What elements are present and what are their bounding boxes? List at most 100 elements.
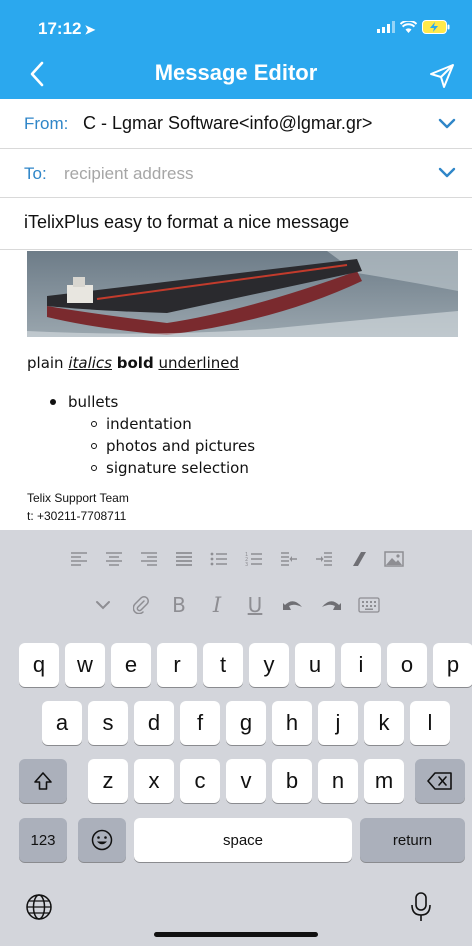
key-v[interactable]: v xyxy=(226,759,266,803)
redo-icon[interactable] xyxy=(314,590,348,620)
list-item-label: indentation xyxy=(106,415,192,433)
chevron-down-icon[interactable] xyxy=(438,167,456,179)
numbers-key[interactable]: 123 xyxy=(19,818,67,862)
key-m[interactable]: m xyxy=(364,759,404,803)
bold-text: bold xyxy=(116,354,154,372)
chevron-down-icon[interactable] xyxy=(438,118,456,130)
recipient-input[interactable] xyxy=(64,161,424,187)
list-item-label: signature selection xyxy=(106,459,249,477)
key-k[interactable]: k xyxy=(364,701,404,745)
key-t[interactable]: t xyxy=(203,643,243,687)
align-left-icon[interactable] xyxy=(62,544,96,574)
list-item-label: bullets xyxy=(68,393,119,411)
key-u[interactable]: u xyxy=(295,643,335,687)
to-label: To: xyxy=(24,164,47,183)
key-d[interactable]: d xyxy=(134,701,174,745)
microphone-icon[interactable] xyxy=(410,892,432,922)
key-l[interactable]: l xyxy=(410,701,450,745)
format-examples: plain italics bold underlined xyxy=(27,354,239,372)
image-icon[interactable] xyxy=(377,544,411,574)
from-field[interactable]: From: C - Lgmar Software<info@lgmar.gr> xyxy=(0,99,472,149)
formatting-toolbar: 123 B I U xyxy=(0,530,472,630)
bullet-list-icon[interactable] xyxy=(202,544,236,574)
message-body-editor[interactable]: plain italics bold underlined bullets in… xyxy=(0,251,472,530)
key-f[interactable]: f xyxy=(180,701,220,745)
key-y[interactable]: y xyxy=(249,643,289,687)
page-title: Message Editor xyxy=(154,60,318,85)
outdent-icon[interactable] xyxy=(272,544,306,574)
key-n[interactable]: n xyxy=(318,759,358,803)
key-z[interactable]: z xyxy=(88,759,128,803)
bullet-circle-icon xyxy=(91,465,97,471)
key-a[interactable]: a xyxy=(42,701,82,745)
location-arrow-icon: ➤ xyxy=(84,22,96,37)
key-e[interactable]: e xyxy=(111,643,151,687)
backspace-key[interactable] xyxy=(415,759,465,803)
subject-field[interactable]: iTelixPlus easy to format a nice message xyxy=(0,198,472,250)
italic-icon[interactable]: I xyxy=(200,590,234,620)
list-item: signature selection xyxy=(91,457,255,479)
status-time: 17:12 ➤ xyxy=(38,19,95,39)
key-p[interactable]: p xyxy=(433,643,472,687)
emoji-key[interactable] xyxy=(78,818,126,862)
key-j[interactable]: j xyxy=(318,701,358,745)
key-c[interactable]: c xyxy=(180,759,220,803)
wifi-icon xyxy=(400,21,417,33)
key-o[interactable]: o xyxy=(387,643,427,687)
from-value[interactable]: C - Lgmar Software<info@lgmar.gr> xyxy=(83,113,372,134)
subject-input[interactable]: iTelixPlus easy to format a nice message xyxy=(24,212,454,238)
status-time-text: 17:12 xyxy=(38,19,82,38)
space-key[interactable]: space xyxy=(134,818,352,862)
bullet-circle-icon xyxy=(91,421,97,427)
eraser-icon[interactable] xyxy=(342,544,376,574)
key-b[interactable]: b xyxy=(272,759,312,803)
return-key[interactable]: return xyxy=(360,818,465,862)
plain-text: plain xyxy=(27,354,64,372)
battery-charging-icon xyxy=(422,20,450,34)
underline-icon[interactable]: U xyxy=(238,590,272,620)
list-item: photos and pictures xyxy=(91,435,255,457)
bullet-list: bullets indentation photos and pictures … xyxy=(50,391,255,479)
status-icons xyxy=(377,20,450,34)
signature-name: Telix Support Team xyxy=(27,491,129,505)
toolbar-row-style: B I U xyxy=(0,590,472,620)
key-w[interactable]: w xyxy=(65,643,105,687)
key-g[interactable]: g xyxy=(226,701,266,745)
svg-text:3: 3 xyxy=(245,562,248,567)
indent-icon[interactable] xyxy=(307,544,341,574)
send-icon[interactable] xyxy=(428,62,456,90)
shift-icon xyxy=(34,772,52,790)
signature-phone: t: +30211-7708711 xyxy=(27,509,127,523)
signal-icon xyxy=(377,21,395,33)
hide-keyboard-icon[interactable] xyxy=(86,590,120,620)
key-r[interactable]: r xyxy=(157,643,197,687)
bullet-circle-icon xyxy=(91,443,97,449)
numbered-list-icon[interactable]: 123 xyxy=(237,544,271,574)
bold-icon[interactable]: B xyxy=(162,590,196,620)
ship-photo xyxy=(27,251,458,337)
attachment-icon[interactable] xyxy=(124,590,158,620)
emoji-icon xyxy=(91,829,113,851)
align-justify-icon[interactable] xyxy=(167,544,201,574)
list-item: indentation xyxy=(91,413,255,435)
key-x[interactable]: x xyxy=(134,759,174,803)
app-header: 17:12 ➤ Message Editor xyxy=(0,0,472,99)
from-label: From: xyxy=(24,114,69,133)
align-right-icon[interactable] xyxy=(132,544,166,574)
key-q[interactable]: q xyxy=(19,643,59,687)
home-indicator[interactable] xyxy=(154,932,318,937)
key-i[interactable]: i xyxy=(341,643,381,687)
key-h[interactable]: h xyxy=(272,701,312,745)
italic-text: italics xyxy=(68,354,112,372)
toolbar-row-alignment: 123 xyxy=(0,544,472,574)
keyboard-icon[interactable] xyxy=(352,590,386,620)
undo-icon[interactable] xyxy=(276,590,310,620)
align-center-icon[interactable] xyxy=(97,544,131,574)
key-s[interactable]: s xyxy=(88,701,128,745)
to-field[interactable]: To: xyxy=(0,149,472,198)
delete-icon xyxy=(427,772,452,790)
globe-icon[interactable] xyxy=(24,892,54,922)
underlined-text: underlined xyxy=(158,354,239,372)
shift-key[interactable] xyxy=(19,759,67,803)
list-item-label: photos and pictures xyxy=(106,437,256,455)
